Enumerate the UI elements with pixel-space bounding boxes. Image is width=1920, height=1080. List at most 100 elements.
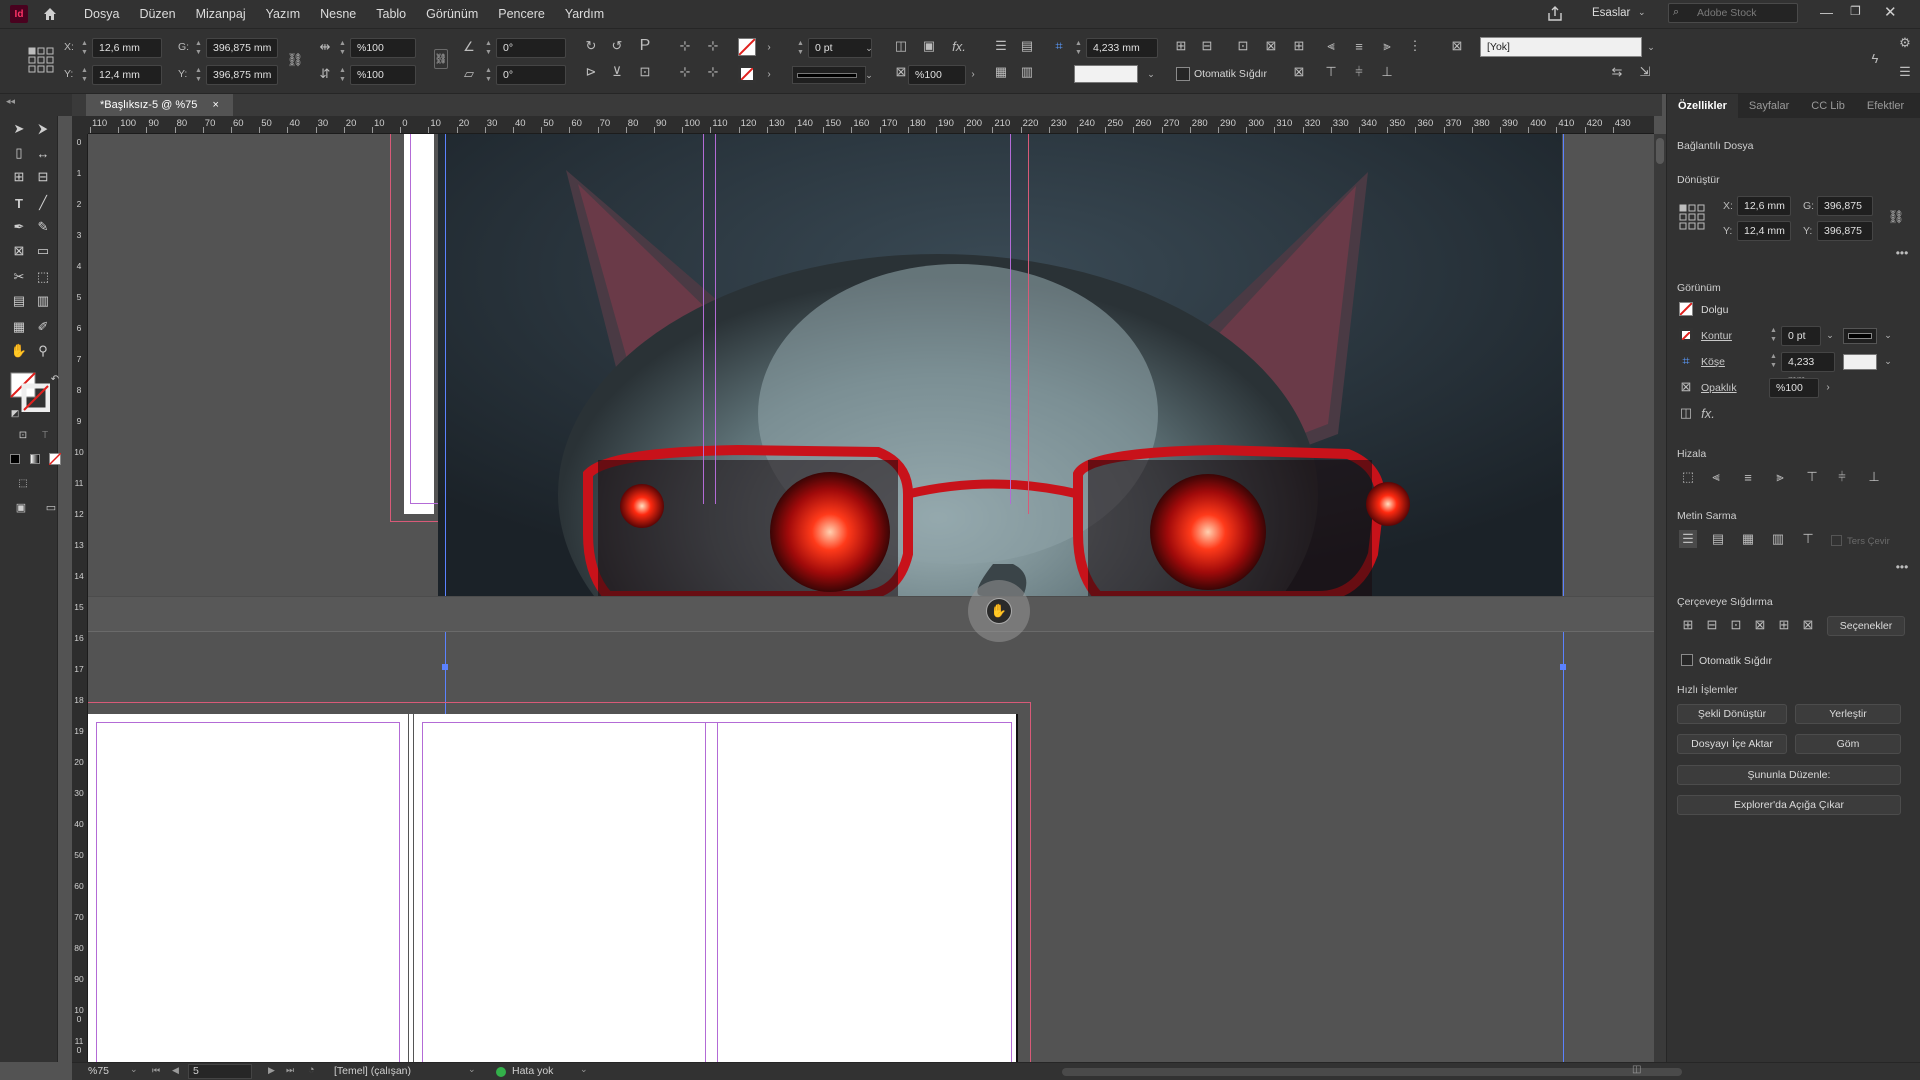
- stroke-weight-spinner[interactable]: ▲ ▼: [796, 39, 805, 57]
- normal-view-icon[interactable]: ▣: [10, 496, 32, 518]
- auto-fit-checkbox[interactable]: [1176, 67, 1190, 81]
- minimize-icon[interactable]: —: [1820, 5, 1833, 20]
- share-icon[interactable]: [1546, 5, 1564, 26]
- document-tab[interactable]: *Başlıksız-5 @ %75 ×: [86, 94, 233, 116]
- apply-gradient-icon[interactable]: [24, 448, 46, 470]
- y-field[interactable]: 12,4 mm: [92, 65, 162, 85]
- frame-handle[interactable]: [442, 664, 448, 670]
- content-placer-icon[interactable]: ⊟: [32, 166, 54, 188]
- gear-icon[interactable]: ⚙: [1896, 34, 1914, 52]
- pen-tool-icon[interactable]: ✒: [8, 216, 30, 238]
- menu-yazim[interactable]: Yazım: [256, 0, 311, 28]
- apply-color-icon[interactable]: [4, 448, 26, 470]
- distribute-icon[interactable]: ⋮: [1406, 37, 1424, 55]
- panel-stroke-spinner[interactable]: ▲ ▼: [1769, 326, 1778, 344]
- wrap-bbox-icon[interactable]: ▤: [1709, 530, 1727, 548]
- panel-x-field[interactable]: 12,6 mm: [1737, 196, 1791, 216]
- tab-properties[interactable]: Özellikler: [1667, 94, 1738, 118]
- collapse-toolbox-icon[interactable]: ◂◂: [6, 96, 15, 107]
- wrap-around-icon[interactable]: ▦: [992, 63, 1010, 81]
- stroke-type-dropdown[interactable]: [792, 66, 866, 84]
- panel-stroke-field[interactable]: 0 pt: [1781, 326, 1821, 346]
- scale-y-field[interactable]: %100: [350, 65, 416, 85]
- fill-stroke-swatches[interactable]: [10, 372, 51, 413]
- shear-spinner[interactable]: ▲ ▼: [484, 66, 493, 84]
- page-number-field[interactable]: 5: [188, 1064, 252, 1079]
- corner-options-icon[interactable]: ⌗: [1050, 37, 1068, 55]
- wrap-shape-icon[interactable]: ▦: [1739, 530, 1757, 548]
- align-to-selection-icon[interactable]: ⬚: [1679, 468, 1697, 486]
- panel-fx-icon[interactable]: fx.: [1699, 404, 1717, 422]
- pencil-tool-icon[interactable]: ✎: [32, 216, 54, 238]
- panel-fit-proportionally-icon[interactable]: ⊟: [1703, 616, 1721, 634]
- workspace-switcher[interactable]: Esaslar: [1592, 7, 1630, 19]
- previous-page-icon[interactable]: ◀: [172, 1065, 179, 1076]
- stroke-label[interactable]: Kontur: [1701, 330, 1732, 342]
- link-scale-icon[interactable]: ⛓: [434, 49, 448, 69]
- direct-selection-tool-icon[interactable]: ⮞: [32, 118, 54, 140]
- embed-button[interactable]: Göm: [1795, 734, 1901, 754]
- corner-shape-chevron-icon[interactable]: ⌄: [1142, 65, 1160, 83]
- corner-size-field[interactable]: 4,233 mm: [1086, 38, 1158, 58]
- reveal-in-explorer-button[interactable]: Explorer'da Açığa Çıkar: [1677, 795, 1901, 815]
- vertical-scrollbar[interactable]: [1654, 134, 1666, 1062]
- center-content-icon[interactable]: ⊡: [1234, 37, 1252, 55]
- shadow-toggle-icon[interactable]: ▣: [920, 37, 938, 55]
- panel-corner-spinner[interactable]: ▲ ▼: [1769, 352, 1778, 370]
- panel-y-field[interactable]: 12,4 mm: [1737, 221, 1791, 241]
- panel-auto-fit-checkbox[interactable]: [1681, 654, 1693, 666]
- wrap-invert-checkbox[interactable]: [1831, 535, 1842, 546]
- home-icon[interactable]: [40, 4, 60, 24]
- wrap-more-options-icon[interactable]: •••: [1893, 558, 1911, 576]
- rectangle-tool-icon[interactable]: ▭: [32, 240, 54, 262]
- panel-align-left-icon[interactable]: ⫷: [1707, 468, 1725, 486]
- opacity-field[interactable]: %100: [908, 65, 966, 85]
- text-wrap-icon[interactable]: ☰: [992, 37, 1010, 55]
- select-next-icon[interactable]: ⊹: [704, 37, 722, 55]
- stroke-type-chevron-icon[interactable]: ⌄: [860, 66, 878, 84]
- fit-content-proportionally-icon[interactable]: ⊞: [1290, 37, 1308, 55]
- placed-image-frame[interactable]: [438, 134, 1562, 596]
- horizontal-scroll-thumb[interactable]: [1062, 1068, 1682, 1076]
- menu-pencere[interactable]: Pencere: [488, 0, 555, 28]
- hand-tool-icon[interactable]: ✋: [8, 340, 30, 362]
- pasteboard[interactable]: ✋: [88, 134, 1654, 1062]
- align-middle-icon[interactable]: ⫩: [1350, 63, 1368, 81]
- zoom-level[interactable]: %75: [88, 1065, 109, 1077]
- panel-fill-proportionally-icon[interactable]: ⊞: [1679, 616, 1697, 634]
- zoom-tool-icon[interactable]: ⚲: [32, 340, 54, 362]
- gradient-feather-tool-icon[interactable]: ▥: [32, 290, 54, 312]
- stroke-weight-dropdown-icon[interactable]: ⌄: [860, 39, 878, 57]
- menu-mizanpaj[interactable]: Mizanpaj: [186, 0, 256, 28]
- menu-nesne[interactable]: Nesne: [310, 0, 366, 28]
- page-tool-icon[interactable]: ▯: [8, 142, 30, 164]
- panel-stroke-chevron-icon[interactable]: ⌄: [1821, 326, 1839, 344]
- menu-dosya[interactable]: Dosya: [74, 0, 129, 28]
- apply-none-icon[interactable]: [44, 448, 66, 470]
- free-transform-tool-icon[interactable]: ⬚: [32, 266, 54, 288]
- edit-with-button[interactable]: Şununla Düzenle:: [1677, 765, 1901, 785]
- restore-icon[interactable]: ❐: [1850, 4, 1861, 18]
- x-spinner[interactable]: ▲ ▼: [80, 39, 89, 57]
- fill-swatch-none[interactable]: [738, 38, 756, 56]
- align-bottom-icon[interactable]: ⊥: [1378, 63, 1396, 81]
- align-left-icon[interactable]: ⫷: [1322, 37, 1340, 55]
- horizontal-ruler[interactable]: 110 100 90 80 70 60 50 40 30 20 10 0 10 20 30 40 50 60 70 8…: [88, 116, 1654, 134]
- rectangle-frame-tool-icon[interactable]: ⊠: [8, 240, 30, 262]
- open-page-icon[interactable]: ◔: [308, 1064, 315, 1076]
- select-content-icon[interactable]: ⊹: [676, 37, 694, 55]
- next-page-icon[interactable]: ▶: [268, 1065, 275, 1076]
- profile-chevron-icon[interactable]: ⌄: [468, 1064, 476, 1075]
- height-spinner[interactable]: ▲ ▼: [194, 66, 203, 84]
- content-aware-fit-icon[interactable]: ⊠: [1290, 63, 1308, 81]
- panel-corner-icon[interactable]: ⌗: [1677, 352, 1695, 370]
- panel-stroke-swatch[interactable]: [1679, 328, 1693, 342]
- opacity-label[interactable]: Opaklık: [1701, 382, 1737, 394]
- clear-overrides-icon[interactable]: ⇆: [1608, 63, 1626, 81]
- drop-shadow-icon[interactable]: ◫: [892, 37, 910, 55]
- flip-horizontal-icon[interactable]: ⊳: [582, 63, 600, 81]
- panel-fit-frame-icon[interactable]: ⊡: [1727, 616, 1745, 634]
- menu-gorunum[interactable]: Görünüm: [416, 0, 488, 28]
- gradient-swatch-tool-icon[interactable]: ▤: [8, 290, 30, 312]
- flip-vertical-icon[interactable]: ⊻: [608, 63, 626, 81]
